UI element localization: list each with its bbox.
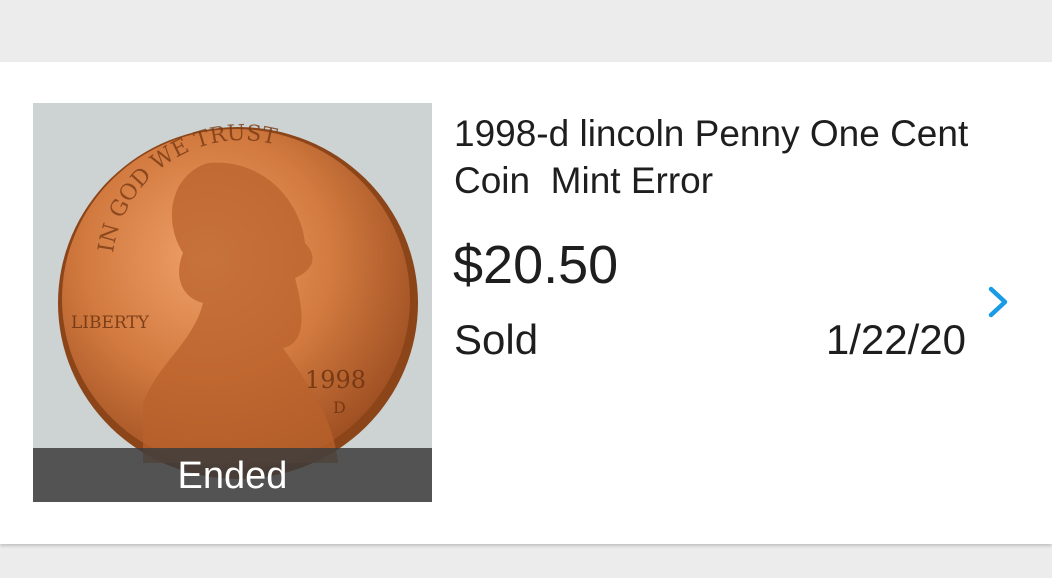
- listing-date: 1/22/20: [825, 316, 966, 363]
- chevron-right-icon[interactable]: [985, 285, 1013, 319]
- listing-status: Sold: [454, 316, 539, 363]
- coin-year-text: 1998: [305, 366, 366, 394]
- coin-mint-text: D: [333, 398, 346, 417]
- ended-badge: Ended: [33, 448, 432, 502]
- coin-liberty-text: LIBERTY: [71, 313, 150, 333]
- listing-price: $20.50: [453, 235, 619, 295]
- listing-thumbnail[interactable]: IN GOD WE TRUST LIBERTY 1998 D Ended: [33, 103, 432, 502]
- listing-title: 1998-d lincoln Penny One Cent Coin Mint …: [454, 113, 979, 201]
- listing-card[interactable]: IN GOD WE TRUST LIBERTY 1998 D Ended 199…: [0, 62, 1052, 544]
- penny-coin-image: IN GOD WE TRUST LIBERTY 1998 D: [33, 103, 432, 502]
